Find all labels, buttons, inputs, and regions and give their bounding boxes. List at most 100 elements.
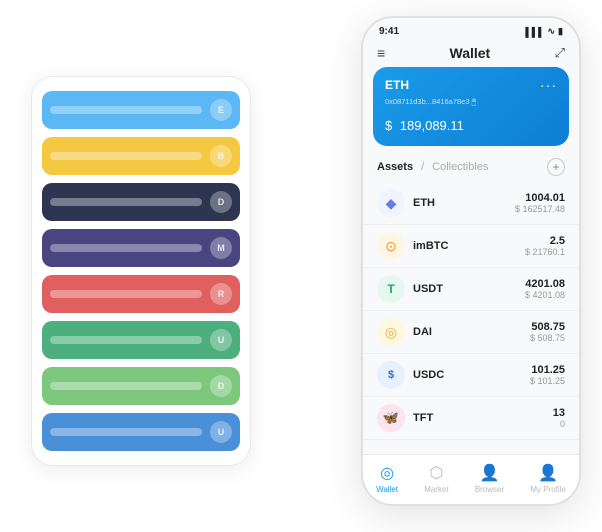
phone-header: ≡ Wallet ⤢ <box>363 41 579 67</box>
card-line <box>50 198 202 206</box>
eth-card-label: ETH <box>385 78 409 92</box>
asset-item-tft[interactable]: 🦋 TFT 13 0 <box>363 397 579 440</box>
card-line <box>50 106 202 114</box>
menu-icon[interactable]: ≡ <box>377 45 385 61</box>
market-nav-icon: ⬡ <box>429 463 443 483</box>
wallet-nav-label: Wallet <box>376 485 398 494</box>
tab-collectibles[interactable]: Collectibles <box>432 161 488 173</box>
card-dot: U <box>210 329 232 351</box>
card-item: E <box>42 91 240 129</box>
card-dot: M <box>210 237 232 259</box>
balance-value: 189,089.11 <box>400 118 464 133</box>
usdt-icon: T <box>377 275 405 303</box>
imbtc-amounts: 2.5 $ 21760.1 <box>525 235 565 257</box>
nav-wallet[interactable]: ◎ Wallet <box>376 463 398 494</box>
profile-nav-icon: 👤 <box>538 463 558 483</box>
nav-browser[interactable]: 👤 Browser <box>475 463 504 494</box>
status-bar: 9:41 ▌▌▌ ∿ ▮ <box>363 18 579 41</box>
dai-balance-amount: 508.75 <box>530 321 565 333</box>
usdc-icon: $ <box>377 361 405 389</box>
card-dot: D <box>210 191 232 213</box>
eth-card-options[interactable]: ··· <box>540 77 557 93</box>
asset-list: ◆ ETH 1004.01 $ 162517.48 ⊙ imBTC 2.5 $ … <box>363 182 579 454</box>
imbtc-usd-amount: $ 21760.1 <box>525 247 565 257</box>
usdc-balance-amount: 101.25 <box>530 364 565 376</box>
asset-item-eth[interactable]: ◆ ETH 1004.01 $ 162517.48 <box>363 182 579 225</box>
card-item: B <box>42 137 240 175</box>
dai-usd-amount: $ 508.75 <box>530 333 565 343</box>
card-item: D <box>42 183 240 221</box>
card-line <box>50 336 202 344</box>
scene: E B D M R U D U <box>21 16 581 516</box>
usdt-amounts: 4201.08 $ 4201.08 <box>525 278 565 300</box>
card-dot: D <box>210 375 232 397</box>
eth-address: 0x08711d3b...8416a78e3 🖱 <box>385 97 557 107</box>
tft-icon: 🦋 <box>377 404 405 432</box>
card-line <box>50 290 202 298</box>
browser-nav-icon: 👤 <box>480 463 500 483</box>
bottom-nav: ◎ Wallet ⬡ Market 👤 Browser 👤 My Profile <box>363 454 579 504</box>
card-item: D <box>42 367 240 405</box>
asset-item-usdc[interactable]: $ USDC 101.25 $ 101.25 <box>363 354 579 397</box>
asset-item-usdt[interactable]: T USDT 4201.08 $ 4201.08 <box>363 268 579 311</box>
expand-icon[interactable]: ⤢ <box>555 45 565 61</box>
eth-card[interactable]: ETH ··· 0x08711d3b...8416a78e3 🖱 $ 189,0… <box>373 67 569 146</box>
imbtc-symbol: imBTC <box>413 240 525 252</box>
usdt-symbol: USDT <box>413 283 525 295</box>
eth-card-header: ETH ··· <box>385 77 557 93</box>
usdc-symbol: USDC <box>413 369 530 381</box>
dai-amounts: 508.75 $ 508.75 <box>530 321 565 343</box>
card-stack: E B D M R U D U <box>31 76 251 466</box>
card-line <box>50 428 202 436</box>
usdc-usd-amount: $ 101.25 <box>530 376 565 386</box>
wifi-icon: ∿ <box>548 26 556 37</box>
assets-tabs: Assets / Collectibles <box>377 161 488 173</box>
status-icons: ▌▌▌ ∿ ▮ <box>525 26 563 37</box>
imbtc-icon: ⊙ <box>377 232 405 260</box>
eth-icon: ◆ <box>377 189 405 217</box>
usdt-balance-amount: 4201.08 <box>525 278 565 290</box>
wallet-nav-icon: ◎ <box>380 463 394 483</box>
usdt-usd-amount: $ 4201.08 <box>525 290 565 300</box>
status-time: 9:41 <box>379 26 399 37</box>
imbtc-balance-amount: 2.5 <box>525 235 565 247</box>
eth-balance: $ 189,089.11 <box>385 113 557 136</box>
tab-divider: / <box>421 161 424 173</box>
eth-amounts: 1004.01 $ 162517.48 <box>515 192 565 214</box>
nav-market[interactable]: ⬡ Market <box>424 463 448 494</box>
usdc-amounts: 101.25 $ 101.25 <box>530 364 565 386</box>
eth-symbol: ETH <box>413 197 515 209</box>
phone-mockup: 9:41 ▌▌▌ ∿ ▮ ≡ Wallet ⤢ ETH ··· 0x08711d… <box>361 16 581 506</box>
tft-balance-amount: 13 <box>553 407 565 419</box>
card-dot: R <box>210 283 232 305</box>
nav-profile[interactable]: 👤 My Profile <box>530 463 566 494</box>
profile-nav-label: My Profile <box>530 485 566 494</box>
card-item: U <box>42 321 240 359</box>
signal-icon: ▌▌▌ <box>525 27 544 37</box>
card-dot: E <box>210 99 232 121</box>
card-dot: B <box>210 145 232 167</box>
currency-symbol: $ <box>385 118 392 133</box>
tft-amounts: 13 0 <box>553 407 565 429</box>
tft-symbol: TFT <box>413 412 553 424</box>
eth-balance-amount: 1004.01 <box>515 192 565 204</box>
dai-icon: ◎ <box>377 318 405 346</box>
card-line <box>50 382 202 390</box>
browser-nav-label: Browser <box>475 485 504 494</box>
tab-assets[interactable]: Assets <box>377 161 413 173</box>
assets-section: Assets / Collectibles + ◆ ETH 1004.01 $ … <box>363 154 579 454</box>
asset-item-dai[interactable]: ◎ DAI 508.75 $ 508.75 <box>363 311 579 354</box>
card-item: U <box>42 413 240 451</box>
tft-usd-amount: 0 <box>553 419 565 429</box>
market-nav-label: Market <box>424 485 448 494</box>
battery-icon: ▮ <box>558 26 563 37</box>
card-item: R <box>42 275 240 313</box>
card-dot: U <box>210 421 232 443</box>
eth-usd-amount: $ 162517.48 <box>515 204 565 214</box>
asset-item-imbtc[interactable]: ⊙ imBTC 2.5 $ 21760.1 <box>363 225 579 268</box>
assets-header: Assets / Collectibles + <box>363 154 579 182</box>
card-line <box>50 152 202 160</box>
dai-symbol: DAI <box>413 326 530 338</box>
card-line <box>50 244 202 252</box>
add-asset-button[interactable]: + <box>547 158 565 176</box>
